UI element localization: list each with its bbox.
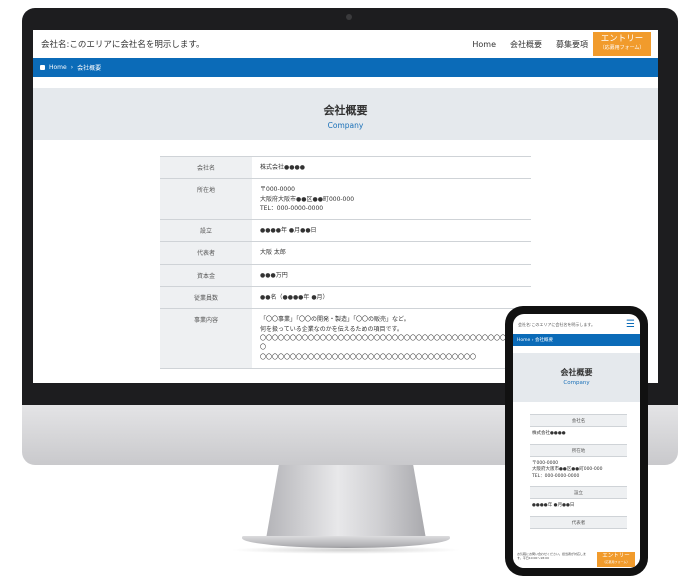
table-row: 従業員数 ●●名（●●●●年 ●月） <box>160 286 531 310</box>
mobile-row-value: ●●●●年 ●月●●日 <box>532 503 575 509</box>
table-row: 資本金 ●●●万円 <box>160 263 531 288</box>
mobile-screen: 会社名:このエリアに会社名を明示します。 ☰ Home › 会社概要 会社概要 … <box>513 314 640 568</box>
mobile-breadcrumb-home[interactable]: Home <box>517 338 530 343</box>
site-title: 会社名:このエリアに会社名を明示します。 <box>41 40 205 50</box>
row-value: ●●●●年 ●月●●日 <box>252 219 531 243</box>
table-row: 会社名 株式会社●●●● <box>160 155 531 180</box>
breadcrumb-current: 会社概要 <box>77 65 102 72</box>
row-value: ●●名（●●●●年 ●月） <box>252 286 531 310</box>
table-row: 代表者 大阪 太郎 <box>160 241 531 265</box>
mobile-row-value: 〒000-0000 大阪府大阪市●●区●●町000-000 TEL：000-00… <box>532 460 603 479</box>
mobile-title-band: 会社概要 Company <box>513 353 640 402</box>
mobile-page-subtitle: Company <box>563 380 590 386</box>
row-label: 事業内容 <box>160 308 252 369</box>
mobile-entry-label: エントリー <box>602 553 630 559</box>
hamburger-icon[interactable]: ☰ <box>626 320 635 330</box>
home-icon <box>40 65 45 70</box>
mobile-row-label: 代表者 <box>530 515 627 529</box>
row-label: 設立 <box>160 219 252 243</box>
company-info-table: 会社名 株式会社●●●● 所在地 〒000-0000 大阪府大阪市●●区●●町0… <box>160 155 531 369</box>
row-value: 大阪 太郎 <box>252 241 531 265</box>
imac-stand <box>266 465 426 539</box>
page-title-band: 会社概要 Company <box>33 88 658 140</box>
row-label: 会社名 <box>160 155 252 180</box>
mobile-row-label: 会社名 <box>530 414 627 427</box>
mobile-breadcrumb-separator: › <box>531 338 534 343</box>
imac-shadow <box>230 546 462 554</box>
camera-icon <box>346 14 352 20</box>
mobile-breadcrumb: Home › 会社概要 <box>513 334 640 346</box>
mobile-entry-sublabel: （応募用フォーム） <box>602 559 630 564</box>
breadcrumb: Home › 会社概要 <box>33 58 658 77</box>
mobile-site-title: 会社名:このエリアに会社名を明示します。 <box>518 322 595 327</box>
row-label: 所在地 <box>160 178 252 221</box>
row-label: 代表者 <box>160 241 252 265</box>
entry-button-sublabel: （応募用フォーム） <box>599 44 645 51</box>
nav-company[interactable]: 会社概要 <box>510 39 542 50</box>
mobile-footer-text: お気軽にお問い合わせください。担当者が対応します。平日10:00〜18:00 <box>517 552 587 560</box>
nav-recruit[interactable]: 募集要項 <box>556 39 588 50</box>
mobile-page-title: 会社概要 <box>560 368 593 377</box>
mobile-row-value: 株式会社●●●● <box>532 431 566 436</box>
row-value: 「〇〇事業」「〇〇の開発・製造」「〇〇の販売」など。 何を扱っている企業なのかを… <box>252 308 531 369</box>
entry-button-label: エントリー <box>600 34 644 44</box>
mobile-entry-button[interactable]: エントリー （応募用フォーム） <box>597 552 635 567</box>
mobile-row-label: 設立 <box>530 486 627 500</box>
main-nav: Home 会社概要 募集要項 <box>472 30 588 58</box>
table-row: 事業内容 「〇〇事業」「〇〇の開発・製造」「〇〇の販売」など。 何を扱っている企… <box>160 308 531 369</box>
breadcrumb-home[interactable]: Home <box>49 64 67 71</box>
table-row: 所在地 〒000-0000 大阪府大阪市●●区●●町000-000 TEL：00… <box>160 178 531 221</box>
site-header: 会社名:このエリアに会社名を明示します。 Home 会社概要 募集要項 エントリ… <box>33 30 658 58</box>
row-label: 従業員数 <box>160 286 252 310</box>
row-value: 〒000-0000 大阪府大阪市●●区●●町000-000 TEL：000-00… <box>252 178 531 221</box>
entry-button[interactable]: エントリー （応募用フォーム） <box>593 32 651 56</box>
breadcrumb-separator: › <box>70 64 74 71</box>
mobile-breadcrumb-current: 会社概要 <box>534 338 553 343</box>
row-value: 株式会社●●●● <box>252 155 531 180</box>
mobile-header: 会社名:このエリアに会社名を明示します。 <box>513 314 640 333</box>
mobile-footer-bar: お気軽にお問い合わせください。担当者が対応します。平日10:00〜18:00 エ… <box>513 552 640 568</box>
row-label: 資本金 <box>160 263 252 288</box>
nav-home[interactable]: Home <box>472 40 496 49</box>
mobile-row-label: 所在地 <box>530 443 627 457</box>
row-value: ●●●万円 <box>252 263 531 288</box>
page-subtitle: Company <box>327 121 364 130</box>
table-row: 設立 ●●●●年 ●月●●日 <box>160 219 531 243</box>
page-title: 会社概要 <box>323 104 368 117</box>
phone-frame: 会社名:このエリアに会社名を明示します。 ☰ Home › 会社概要 会社概要 … <box>505 306 648 576</box>
mobile-info-list: 会社名 株式会社●●●● 所在地 〒000-0000 大阪府大阪市●●区●●町0… <box>530 414 627 529</box>
